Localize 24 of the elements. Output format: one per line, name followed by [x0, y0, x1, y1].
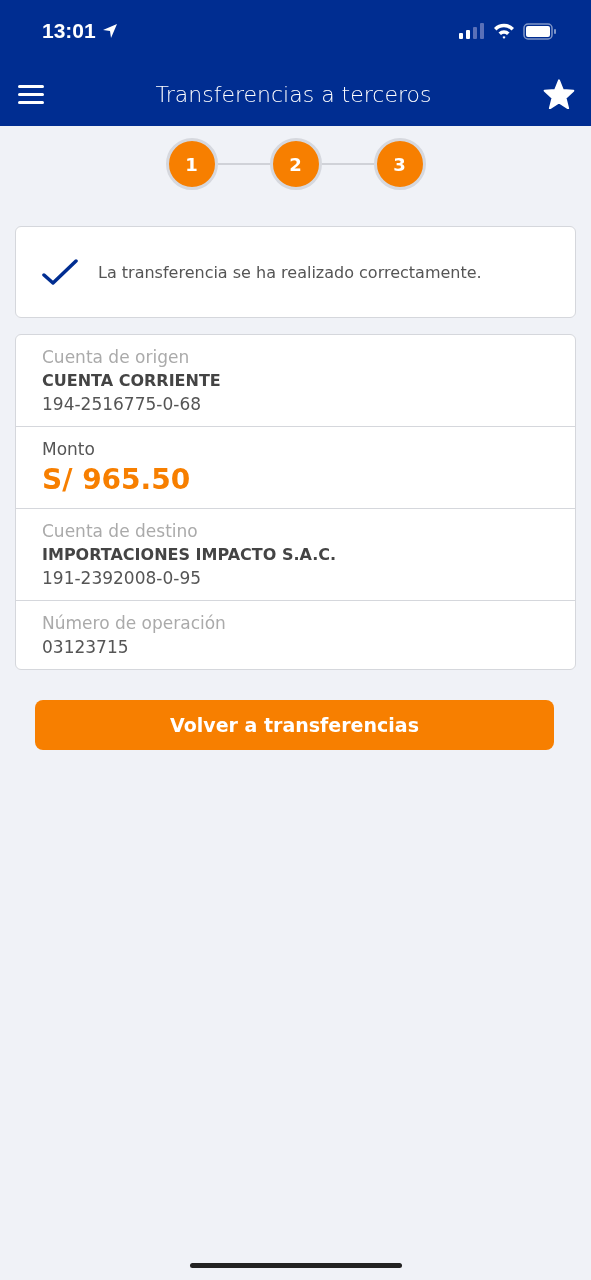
back-button[interactable]: Volver a transferencias: [35, 700, 554, 750]
menu-icon[interactable]: [18, 84, 44, 104]
operation-number: 03123715: [42, 637, 130, 657]
checkmark-icon: [42, 258, 78, 286]
step-indicator: 1: [165, 138, 218, 190]
location-arrow-icon: [101, 23, 118, 39]
step-indicator: 3: [373, 138, 426, 190]
account-name: IMPORTACIONES IMPACTO S.A.C.: [42, 545, 338, 564]
screen-title: Transferencias a terceros: [155, 81, 432, 107]
account-name: CUENTA CORRIENTE: [42, 371, 222, 390]
amount-value: S/ 965.50: [42, 463, 192, 496]
account-number: 194-2516775-0-68: [42, 394, 202, 414]
success-message: La transferencia se ha realizado correctamente.: [98, 262, 482, 282]
status-time: 13:01: [42, 19, 96, 43]
battery-icon: [523, 22, 557, 40]
account-number: 191-2392008-0-95: [42, 568, 202, 588]
field-label: Monto: [42, 439, 96, 459]
step-indicator: 2: [269, 138, 322, 190]
field-label: Cuenta de destino: [42, 521, 199, 541]
field-label: Cuenta de origen: [42, 347, 191, 367]
signal-icon: [459, 23, 485, 39]
field-label: Número de operación: [42, 613, 227, 633]
star-icon[interactable]: [543, 79, 575, 109]
wifi-icon: [493, 23, 515, 39]
